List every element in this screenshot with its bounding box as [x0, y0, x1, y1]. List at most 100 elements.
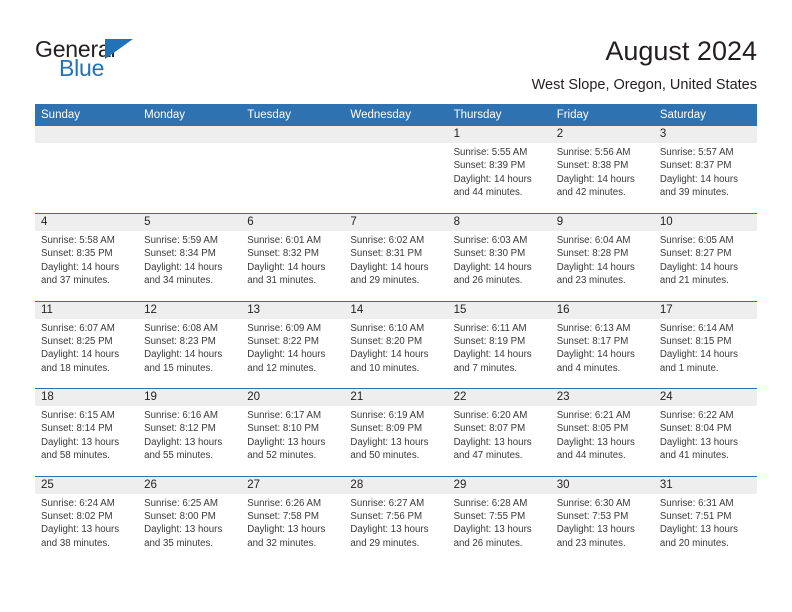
- day-cell: 11 Sunrise: 6:07 AM Sunset: 8:25 PM Dayligh…: [35, 301, 139, 388]
- day-cell: 18 Sunrise: 6:15 AM Sunset: 8:14 PM Dayligh…: [35, 389, 139, 475]
- sunset-text: Sunset: 8:32 PM: [247, 248, 319, 260]
- calendar-day-cell[interactable]: 27 Sunrise: 6:26 AM Sunset: 7:58 PM Dayligh…: [241, 475, 345, 564]
- calendar-day-cell[interactable]: 23 Sunrise: 6:21 AM Sunset: 8:05 PM Dayligh…: [550, 388, 654, 476]
- day-number: 6: [241, 214, 345, 231]
- daylight-text: Daylight: 14 hours and 31 minutes.: [247, 261, 326, 287]
- calendar-day-cell[interactable]: 10 Sunrise: 6:05 AM Sunset: 8:27 PM Dayligh…: [653, 213, 757, 301]
- sunrise-text: Sunrise: 6:26 AM: [247, 497, 322, 509]
- day-number: 16: [550, 301, 654, 319]
- calendar-day-cell[interactable]: 22 Sunrise: 6:20 AM Sunset: 8:07 PM Dayligh…: [447, 388, 551, 476]
- sunrise-text: Sunrise: 6:16 AM: [144, 410, 218, 421]
- sunset-text: Sunset: 8:14 PM: [41, 423, 113, 435]
- day-details: Sunrise: 5:56 AM Sunset: 8:38 PM Daylight:…: [551, 143, 654, 200]
- calendar-week-row: 4 Sunrise: 5:58 AM Sunset: 8:35 PM Daylight…: [35, 213, 757, 301]
- calendar-day-cell[interactable]: 25 Sunrise: 6:24 AM Sunset: 8:02 PM Dayligh…: [35, 475, 139, 564]
- calendar-day-cell[interactable]: 2 Sunrise: 5:56 AM Sunset: 8:38 PM Daylight…: [550, 126, 654, 214]
- calendar-day-cell[interactable]: 19 Sunrise: 6:16 AM Sunset: 8:12 PM Dayligh…: [138, 388, 242, 476]
- calendar-day-cell[interactable]: 15 Sunrise: 6:11 AM Sunset: 8:19 PM Dayligh…: [447, 300, 551, 389]
- calendar-day-cell[interactable]: 26 Sunrise: 6:25 AM Sunset: 8:00 PM Dayligh…: [138, 475, 242, 564]
- calendar-day-cell[interactable]: [241, 126, 345, 214]
- calendar-day-cell[interactable]: 9 Sunrise: 6:04 AM Sunset: 8:28 PM Daylight…: [550, 213, 654, 301]
- daylight-text: Daylight: 14 hours and 44 minutes.: [453, 173, 532, 199]
- daylight-text: Daylight: 14 hours and 39 minutes.: [659, 173, 738, 199]
- sunset-text: Sunset: 8:22 PM: [247, 335, 319, 347]
- sunset-text: Sunset: 8:27 PM: [659, 248, 732, 260]
- calendar-day-cell[interactable]: 11 Sunrise: 6:07 AM Sunset: 8:25 PM Dayligh…: [35, 300, 139, 389]
- sunset-text: Sunset: 8:10 PM: [247, 423, 319, 435]
- day-details: Sunrise: 6:22 AM Sunset: 8:04 PM Daylight:…: [654, 406, 757, 463]
- day-cell: 2 Sunrise: 5:56 AM Sunset: 8:38 PM Daylight…: [550, 126, 654, 212]
- sunset-text: Sunset: 8:23 PM: [144, 335, 216, 347]
- sunrise-text: Sunrise: 6:22 AM: [659, 410, 734, 421]
- calendar-day-cell[interactable]: 29 Sunrise: 6:28 AM Sunset: 7:55 PM Dayligh…: [447, 475, 551, 564]
- calendar-day-cell[interactable]: 12 Sunrise: 6:08 AM Sunset: 8:23 PM Dayligh…: [138, 300, 242, 389]
- weekday-header-saturday: Saturday: [653, 104, 757, 126]
- calendar-week-row: 18 Sunrise: 6:15 AM Sunset: 8:14 PM Dayligh…: [35, 388, 757, 476]
- day-cell: 31 Sunrise: 6:31 AM Sunset: 7:51 PM Dayligh…: [653, 476, 757, 563]
- calendar-day-cell[interactable]: 18 Sunrise: 6:15 AM Sunset: 8:14 PM Dayligh…: [35, 388, 139, 476]
- day-details: Sunrise: 6:05 AM Sunset: 8:27 PM Daylight:…: [654, 231, 757, 288]
- calendar-day-cell[interactable]: 24 Sunrise: 6:22 AM Sunset: 8:04 PM Dayligh…: [653, 388, 757, 476]
- calendar-day-cell[interactable]: 4 Sunrise: 5:58 AM Sunset: 8:35 PM Daylight…: [35, 213, 139, 301]
- day-number: [35, 126, 139, 143]
- daylight-text: Daylight: 13 hours and 38 minutes.: [41, 524, 120, 549]
- day-details: Sunrise: 5:59 AM Sunset: 8:34 PM Daylight:…: [138, 231, 241, 288]
- sunset-text: Sunset: 8:20 PM: [350, 335, 423, 347]
- day-details: Sunrise: 6:25 AM Sunset: 8:00 PM Daylight:…: [138, 494, 241, 551]
- sunrise-text: Sunrise: 6:20 AM: [453, 410, 528, 421]
- daylight-text: Daylight: 14 hours and 37 minutes.: [41, 261, 120, 287]
- day-cell: 29 Sunrise: 6:28 AM Sunset: 7:55 PM Dayligh…: [447, 476, 551, 563]
- sunset-text: Sunset: 8:39 PM: [453, 160, 526, 172]
- day-cell: 16 Sunrise: 6:13 AM Sunset: 8:17 PM Dayligh…: [550, 301, 654, 388]
- sunrise-text: Sunrise: 5:57 AM: [659, 147, 734, 158]
- day-cell: 1 Sunrise: 5:55 AM Sunset: 8:39 PM Daylight…: [447, 126, 551, 212]
- calendar-day-cell[interactable]: [35, 126, 139, 214]
- day-number: 30: [550, 476, 654, 494]
- daylight-text: Daylight: 13 hours and 58 minutes.: [41, 436, 120, 462]
- daylight-text: Daylight: 14 hours and 34 minutes.: [144, 261, 223, 287]
- day-number: [138, 126, 242, 143]
- day-details: Sunrise: 6:11 AM Sunset: 8:19 PM Daylight:…: [448, 319, 551, 376]
- calendar-day-cell[interactable]: [138, 126, 242, 214]
- day-cell: 23 Sunrise: 6:21 AM Sunset: 8:05 PM Dayligh…: [550, 389, 654, 475]
- weekday-header-tuesday: Tuesday: [241, 104, 345, 126]
- day-number: 23: [550, 389, 654, 406]
- daylight-text: Daylight: 14 hours and 29 minutes.: [350, 261, 429, 287]
- calendar-day-cell[interactable]: 1 Sunrise: 5:55 AM Sunset: 8:39 PM Daylight…: [447, 126, 551, 214]
- calendar-day-cell[interactable]: 6 Sunrise: 6:01 AM Sunset: 8:32 PM Daylight…: [241, 213, 345, 301]
- sunset-text: Sunset: 7:55 PM: [453, 510, 526, 522]
- calendar-day-cell[interactable]: 3 Sunrise: 5:57 AM Sunset: 8:37 PM Daylight…: [653, 126, 757, 214]
- calendar-day-cell[interactable]: 21 Sunrise: 6:19 AM Sunset: 8:09 PM Dayligh…: [344, 388, 448, 476]
- sunrise-text: Sunrise: 6:13 AM: [556, 322, 631, 334]
- calendar-day-cell[interactable]: 7 Sunrise: 6:02 AM Sunset: 8:31 PM Daylight…: [344, 213, 448, 301]
- sunrise-text: Sunrise: 6:01 AM: [247, 235, 322, 246]
- calendar-day-cell[interactable]: [344, 126, 448, 214]
- calendar-week-row: 11 Sunrise: 6:07 AM Sunset: 8:25 PM Dayligh…: [35, 300, 757, 389]
- calendar-day-cell[interactable]: 28 Sunrise: 6:27 AM Sunset: 7:56 PM Dayligh…: [344, 475, 448, 564]
- calendar-day-cell[interactable]: 20 Sunrise: 6:17 AM Sunset: 8:10 PM Dayligh…: [241, 388, 345, 476]
- daylight-text: Daylight: 14 hours and 12 minutes.: [247, 349, 326, 374]
- sunset-text: Sunset: 8:09 PM: [350, 423, 423, 435]
- calendar-day-cell[interactable]: 13 Sunrise: 6:09 AM Sunset: 8:22 PM Dayligh…: [241, 300, 345, 389]
- day-number: 11: [35, 301, 139, 319]
- day-number: 28: [344, 476, 448, 494]
- calendar-day-cell[interactable]: 16 Sunrise: 6:13 AM Sunset: 8:17 PM Dayligh…: [550, 300, 654, 389]
- calendar-day-cell[interactable]: 31 Sunrise: 6:31 AM Sunset: 7:51 PM Dayligh…: [653, 475, 757, 564]
- page-header: General Blue August 2024 West Slope, Ore…: [0, 0, 792, 104]
- sunset-text: Sunset: 8:07 PM: [453, 423, 526, 435]
- day-cell-empty: [241, 126, 345, 212]
- day-cell: 19 Sunrise: 6:16 AM Sunset: 8:12 PM Dayligh…: [138, 389, 242, 475]
- page-title: August 2024: [605, 36, 757, 66]
- day-number: 22: [447, 389, 551, 406]
- calendar-day-cell[interactable]: 5 Sunrise: 5:59 AM Sunset: 8:34 PM Daylight…: [138, 213, 242, 301]
- day-cell-empty: [138, 126, 242, 212]
- day-details: Sunrise: 6:14 AM Sunset: 8:15 PM Daylight:…: [654, 319, 757, 376]
- calendar-day-cell[interactable]: 30 Sunrise: 6:30 AM Sunset: 7:53 PM Dayligh…: [550, 475, 654, 564]
- general-blue-logo[interactable]: General Blue: [35, 36, 225, 88]
- calendar-day-cell[interactable]: 8 Sunrise: 6:03 AM Sunset: 8:30 PM Daylight…: [447, 213, 551, 301]
- daylight-text: Daylight: 13 hours and 52 minutes.: [247, 436, 326, 462]
- sunrise-text: Sunrise: 5:58 AM: [41, 235, 115, 246]
- calendar-day-cell[interactable]: 14 Sunrise: 6:10 AM Sunset: 8:20 PM Dayligh…: [344, 300, 448, 389]
- calendar-day-cell[interactable]: 17 Sunrise: 6:14 AM Sunset: 8:15 PM Dayligh…: [653, 300, 757, 389]
- daylight-text: Daylight: 13 hours and 26 minutes.: [453, 524, 532, 549]
